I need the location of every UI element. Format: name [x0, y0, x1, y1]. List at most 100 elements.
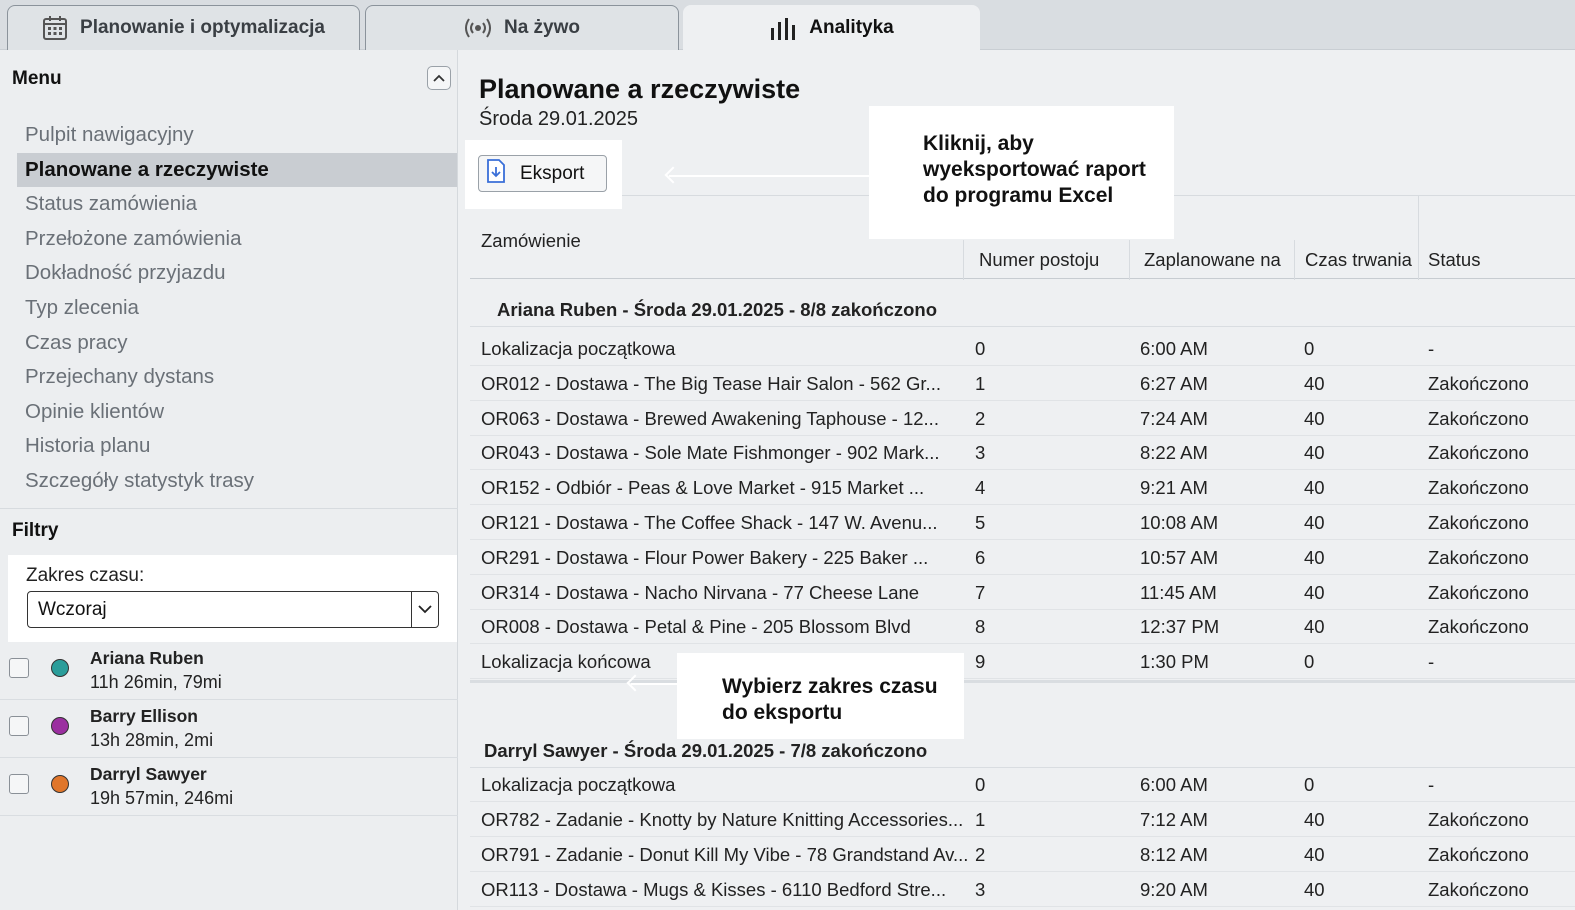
tab-label: Planowanie i optymalizacja	[80, 17, 325, 38]
driver-checkbox[interactable]	[9, 716, 29, 736]
cell-order: Lokalizacja początkowa	[481, 774, 676, 795]
table-row[interactable]: OR063 - Dostawa - Brewed Awakening Tapho…	[470, 401, 1575, 436]
cell-stop-number: 4	[975, 477, 986, 499]
cell-status: Zakończono	[1428, 372, 1529, 394]
cell-stop-number: 3	[975, 879, 986, 900]
menu-item-route-stats[interactable]: Szczegóły statystyk trasy	[17, 464, 457, 499]
table-row[interactable]: OR008 - Dostawa - Petal & Pine - 205 Blo…	[470, 609, 1575, 645]
cell-scheduled: 8:22 AM	[1140, 442, 1208, 464]
cell-status: -	[1428, 338, 1435, 359]
driver-item: Barry Ellison 13h 28min, 2mi	[0, 700, 458, 758]
table-row[interactable]: OR291 - Dostawa - Flour Power Bakery - 2…	[470, 540, 1575, 575]
table-row[interactable]: OR121 - Dostawa - The Coffee Shack - 147…	[470, 505, 1575, 540]
tab-label: Na żywo	[503, 17, 581, 38]
cell-stop-number: 0	[975, 338, 986, 359]
cell-duration: 40	[1304, 581, 1325, 603]
cell-order: OR008 - Dostawa - Petal & Pine - 205 Blo…	[481, 616, 911, 638]
cell-stop-number: 1	[975, 372, 986, 394]
table-row[interactable]: OR791 - Zadanie - Donut Kill My Vibe - 7…	[470, 837, 1575, 872]
table-row[interactable]: OR782 - Zadanie - Knotty by Nature Knitt…	[470, 802, 1575, 837]
menu-item-rescheduled-orders[interactable]: Przełożone zamówienia	[17, 222, 457, 257]
cell-duration: 0	[1304, 651, 1315, 673]
page-date: Środa 29.01.2025	[479, 108, 639, 130]
cell-stop-number: 2	[975, 407, 986, 429]
menu-item-arrival-accuracy[interactable]: Dokładność przyjazdu	[17, 256, 457, 291]
driver-checkbox[interactable]	[9, 774, 29, 794]
driver-name: Barry Ellison	[90, 706, 198, 726]
table-row[interactable]: Lokalizacja początkowa 0 6:00 AM 0 -	[470, 331, 1575, 366]
arrow-left-icon	[669, 175, 874, 177]
cell-duration: 40	[1304, 546, 1325, 568]
cell-duration: 0	[1304, 774, 1315, 795]
menu-item-planned-vs-actual[interactable]: Planowane a rzeczywiste	[17, 152, 457, 188]
tab-bar: Planowanie i optymalizacja Na żywo Anali…	[0, 0, 1575, 50]
cell-scheduled: 7:24 AM	[1140, 407, 1208, 429]
menu-item-order-type[interactable]: Typ zlecenia	[17, 291, 457, 326]
table-row[interactable]: Lokalizacja końcowa 9 1:30 PM 0 -	[470, 644, 1575, 680]
cell-duration: 40	[1304, 512, 1325, 533]
cell-order: OR782 - Zadanie - Knotty by Nature Knitt…	[481, 809, 964, 830]
cell-status: Zakończono	[1428, 442, 1529, 464]
chevron-down-icon[interactable]	[411, 592, 438, 627]
column-header-status[interactable]: Status	[1428, 249, 1480, 271]
driver-color-dot	[51, 717, 69, 735]
cell-order: OR152 - Odbiór - Peas & Love Market - 91…	[481, 477, 925, 499]
driver-color-dot	[51, 659, 69, 677]
cell-scheduled: 6:27 AM	[1140, 372, 1208, 394]
table-row[interactable]: Lokalizacja początkowa 0 6:00 AM 0 -	[470, 767, 1575, 802]
cell-order: OR063 - Dostawa - Brewed Awakening Tapho…	[481, 407, 939, 429]
excel-file-icon	[486, 158, 506, 189]
cell-duration: 40	[1304, 616, 1325, 638]
menu-list: Pulpit nawigacyjny Planowane a rzeczywis…	[17, 118, 457, 499]
group-header: Ariana Ruben - Środa 29.01.2025 - 8/8 za…	[470, 291, 1575, 327]
menu-item-dashboard[interactable]: Pulpit nawigacyjny	[17, 118, 457, 153]
cell-status: Zakończono	[1428, 616, 1529, 638]
cell-duration: 40	[1304, 879, 1325, 900]
driver-stats: 11h 26min, 79mi	[90, 672, 222, 692]
menu-item-customer-feedback[interactable]: Opinie klientów	[17, 395, 457, 430]
collapse-button[interactable]	[427, 66, 451, 90]
table-row[interactable]: OR012 - Dostawa - The Big Tease Hair Sal…	[470, 366, 1575, 401]
tab-analytics[interactable]: Analityka	[683, 5, 980, 50]
cell-stop-number: 7	[975, 581, 986, 603]
cell-stop-number: 1	[975, 809, 986, 830]
cell-order: OR012 - Dostawa - The Big Tease Hair Sal…	[481, 372, 941, 394]
column-header-order[interactable]: Zamówienie	[481, 230, 581, 252]
callout-export-hint: Kliknij, aby wyeksportować raport do pro…	[869, 106, 1174, 239]
driver-name: Ariana Ruben	[90, 648, 204, 668]
menu-item-order-status[interactable]: Status zamówienia	[17, 187, 457, 222]
cell-scheduled: 6:00 AM	[1140, 338, 1208, 359]
menu-item-work-time[interactable]: Czas pracy	[17, 326, 457, 361]
tab-live[interactable]: Na żywo	[365, 5, 679, 50]
column-divider	[1294, 240, 1295, 280]
export-label: Eksport	[520, 162, 585, 184]
column-header-stop-number[interactable]: Numer postoju	[979, 249, 1099, 271]
cell-stop-number: 6	[975, 546, 986, 568]
driver-checkbox[interactable]	[9, 658, 29, 678]
column-header-scheduled[interactable]: Zaplanowane na	[1144, 249, 1281, 271]
filters-title: Filtry	[12, 520, 59, 541]
tab-planning[interactable]: Planowanie i optymalizacja	[7, 5, 360, 50]
table-row[interactable]: OR113 - Dostawa - Mugs & Kisses - 6110 B…	[470, 872, 1575, 907]
cell-status: Zakończono	[1428, 809, 1529, 830]
menu-item-plan-history[interactable]: Historia planu	[17, 429, 457, 464]
cell-scheduled: 9:21 AM	[1140, 477, 1208, 499]
time-range-select[interactable]: Wczoraj	[27, 591, 439, 628]
cell-duration: 40	[1304, 372, 1325, 394]
export-button[interactable]: Eksport	[478, 155, 607, 192]
menu-item-distance[interactable]: Przejechany dystans	[17, 360, 457, 395]
time-range-filter: Zakres czasu: Wczoraj	[8, 555, 457, 642]
table-row[interactable]: OR043 - Dostawa - Sole Mate Fishmonger -…	[470, 435, 1575, 471]
sidebar: Menu Pulpit nawigacyjny Planowane a rzec…	[0, 50, 458, 910]
cell-order: OR314 - Dostawa - Nacho Nirvana - 77 Che…	[481, 581, 920, 603]
column-divider	[1418, 196, 1419, 280]
column-header-duration[interactable]: Czas trwania	[1305, 249, 1412, 271]
cell-status: Zakończono	[1428, 512, 1529, 533]
cell-scheduled: 12:37 PM	[1140, 616, 1220, 638]
arrow-left-icon	[631, 683, 681, 685]
cell-order: OR113 - Dostawa - Mugs & Kisses - 6110 B…	[481, 879, 947, 900]
table-row[interactable]: OR152 - Odbiór - Peas & Love Market - 91…	[470, 470, 1575, 506]
driver-color-dot	[51, 775, 69, 793]
table-row[interactable]: OR314 - Dostawa - Nacho Nirvana - 77 Che…	[470, 575, 1575, 610]
cell-stop-number: 0	[975, 774, 986, 795]
